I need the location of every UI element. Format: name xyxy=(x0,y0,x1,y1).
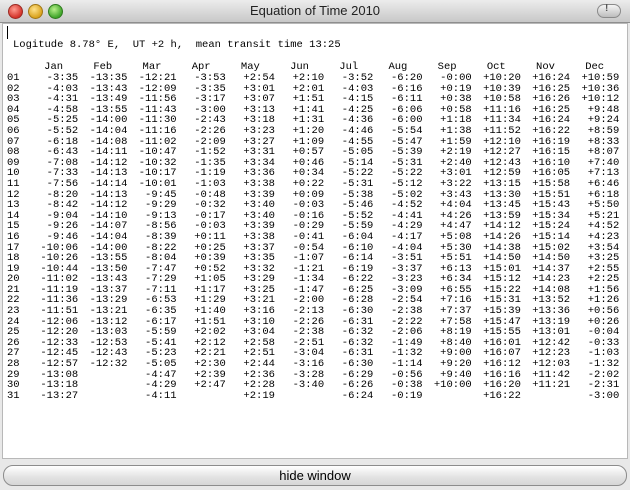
value-cell: -3:52 xyxy=(341,72,374,84)
value-cell: +10:59 xyxy=(581,72,620,84)
value-cell: -11:16 xyxy=(138,124,177,137)
value-cell: +6:46 xyxy=(587,177,620,190)
app-window: Equation of Time 2010 ! Logitude 8.78° E… xyxy=(0,0,630,490)
value-cell: +5:08 xyxy=(440,230,472,243)
value-cell: -4:46 xyxy=(341,124,374,137)
value-cell: +0:22 xyxy=(292,177,325,190)
value-cell: -5:52 xyxy=(46,124,79,137)
text-area[interactable]: Logitude 8.78° E, UT +2 h, mean transit … xyxy=(2,23,628,459)
value-cell: +4:23 xyxy=(587,230,620,243)
table-row: 30 -13:18 -4:29 +2:47 +2:28 -3:40 -6:26 -0:38 +1… xyxy=(7,380,619,391)
day-cell: 16 xyxy=(7,230,20,243)
hide-window-button[interactable]: hide window xyxy=(3,465,627,486)
value-cell: +14:26 xyxy=(483,230,521,243)
toolbar-toggle-icon[interactable]: ! xyxy=(597,3,621,18)
day-cell: 06 xyxy=(7,124,20,137)
value-cell: -0:00 xyxy=(440,72,472,84)
value-cell xyxy=(78,380,127,391)
value-cell: +2:54 xyxy=(243,72,275,84)
value-cell: +11:52 xyxy=(483,124,521,137)
value-cell: -5:54 xyxy=(390,124,423,137)
value-cell xyxy=(177,391,226,402)
table-row: 11 -7:56 -14:14 -10:01 -1:03 +3:38 +0:22 -5:31 -… xyxy=(7,179,619,190)
value-cell: +10:00 xyxy=(433,379,472,392)
value-cell xyxy=(423,391,472,402)
value-cell: -3:00 xyxy=(587,389,620,402)
value-cell: +0:11 xyxy=(194,230,226,243)
value-cell: -14:04 xyxy=(89,230,128,243)
value-cell: +8:59 xyxy=(587,124,620,137)
table-row: 06 -5:52 -14:04 -11:16 -2:26 +3:23 +1:20 -4:46 -… xyxy=(7,126,619,137)
value-cell: -6:24 xyxy=(341,389,374,402)
value-cell: -7:56 xyxy=(46,177,79,190)
window-title: Equation of Time 2010 xyxy=(249,3,381,18)
day-cell: 31 xyxy=(7,389,20,402)
value-cell: -6:20 xyxy=(390,72,423,84)
value-cell: -9:46 xyxy=(46,230,79,243)
value-cell: +2:10 xyxy=(292,72,325,84)
value-cell: +3:23 xyxy=(243,124,275,137)
value-cell: -14:14 xyxy=(89,177,128,190)
bottom-bar: hide window xyxy=(0,459,630,490)
value-cell: +16:22 xyxy=(483,389,521,402)
value-cell: -13:27 xyxy=(40,389,79,402)
day-cell: 01 xyxy=(7,72,20,84)
value-cell: -12:21 xyxy=(138,72,177,84)
value-cell: +16:22 xyxy=(532,124,571,137)
value-cell xyxy=(521,391,570,402)
value-cell: -10:01 xyxy=(138,177,177,190)
value-cell: -3:53 xyxy=(194,72,226,84)
value-cell: -6:04 xyxy=(341,230,374,243)
value-cell: -4:17 xyxy=(390,230,423,243)
value-cell: +11:21 xyxy=(532,379,571,392)
value-cell: +16:24 xyxy=(532,72,571,84)
value-cell: -3:40 xyxy=(292,379,325,392)
value-cell: -14:04 xyxy=(89,124,128,137)
value-cell: +10:20 xyxy=(483,72,521,84)
info-line: Logitude 8.78° E, UT +2 h, mean transit … xyxy=(13,39,341,51)
table-row: 01 -3:35 -13:35 -12:21 -3:53 +2:54 +2:10 -3:52 -… xyxy=(7,73,619,84)
value-cell: +3:38 xyxy=(243,177,275,190)
value-cell: -12:32 xyxy=(89,358,128,371)
value-cell: +1:38 xyxy=(440,124,472,137)
table-row: 31 -13:27 -4:11 +2:19 -6:24 -0:19 +16:22 -3:00 xyxy=(7,391,619,402)
value-cell: +15:14 xyxy=(532,230,571,243)
value-cell: -5:12 xyxy=(390,177,423,190)
value-cell xyxy=(78,370,127,381)
value-cell: +1:20 xyxy=(292,124,325,137)
value-cell: -13:35 xyxy=(89,72,128,84)
value-cell: +13:15 xyxy=(483,177,521,190)
value-cell: -0:41 xyxy=(292,230,325,243)
value-cell xyxy=(275,391,324,402)
value-cell: +2:19 xyxy=(243,389,275,402)
value-cell: -4:11 xyxy=(145,389,177,402)
value-cell xyxy=(78,391,127,402)
value-cell: -0:19 xyxy=(390,389,423,402)
value-cell: +3:22 xyxy=(440,177,472,190)
value-cell: +2:47 xyxy=(194,379,226,392)
equation-of-time-table: Jan Feb Mar Apr May Jun Jul Aug Sep Oct Nov Dec 01-… xyxy=(7,62,619,401)
value-cell: -8:39 xyxy=(145,230,177,243)
value-cell: -1:03 xyxy=(194,177,226,190)
table-row: 16 -9:46 -14:04 -8:39 +0:11 +3:38 -0:41 -6:04 -4… xyxy=(7,232,619,243)
value-cell: +3:38 xyxy=(243,230,275,243)
value-cell: +15:58 xyxy=(532,177,571,190)
day-cell: 11 xyxy=(7,177,20,190)
value-cell: -5:31 xyxy=(341,177,374,190)
value-cell: -2:26 xyxy=(194,124,226,137)
text-caret xyxy=(7,26,8,39)
value-cell: -3:35 xyxy=(46,72,79,84)
title-bar[interactable]: Equation of Time 2010 ! xyxy=(0,0,630,23)
